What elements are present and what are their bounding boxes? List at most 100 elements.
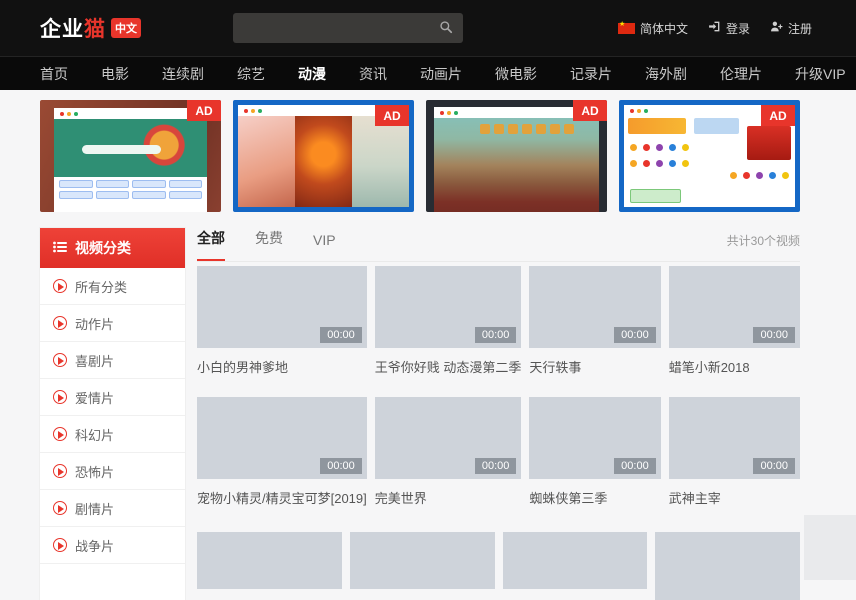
duration-badge: 00:00 xyxy=(320,327,362,343)
nav-item-upgrade-vip[interactable]: 升级VIP xyxy=(795,64,846,84)
search-button[interactable] xyxy=(439,20,453,37)
duration-badge: 00:00 xyxy=(614,327,656,343)
video-thumbnail[interactable] xyxy=(503,532,648,589)
video-title[interactable]: 武神主宰 xyxy=(669,488,800,507)
video-thumbnail[interactable]: 00:00 xyxy=(529,266,660,348)
video-thumbnail[interactable] xyxy=(655,532,800,600)
video-card[interactable]: 00:00 王爷你好贱 动态漫第二季 xyxy=(375,266,522,397)
duration-badge: 00:00 xyxy=(475,458,517,474)
video-card[interactable]: 00:00 蜡笔小新2018 xyxy=(669,266,800,397)
logo-text-red: 猫 xyxy=(84,18,106,41)
ad-badge: AD xyxy=(375,105,409,126)
sidebar-item-all[interactable]: 所有分类 xyxy=(40,268,185,305)
sidebar-title: 视频分类 xyxy=(75,238,131,258)
nav-item-documentary[interactable]: 记录片 xyxy=(570,64,612,84)
nav-item-movies[interactable]: 电影 xyxy=(101,64,129,84)
sidebar-item-war[interactable]: 战争片 xyxy=(40,527,185,564)
sidebar-item-label: 动作片 xyxy=(75,314,114,333)
nav-item-cartoon[interactable]: 动画片 xyxy=(420,64,462,84)
video-thumbnail[interactable] xyxy=(197,532,342,589)
video-title[interactable]: 小白的男神爹地 xyxy=(197,357,367,376)
nav-item-news[interactable]: 资讯 xyxy=(359,64,387,84)
video-grid: 00:00 小白的男神爹地 00:00 王爷你好贱 动态漫第二季 00:00 天… xyxy=(197,266,800,528)
video-thumbnail[interactable] xyxy=(350,532,495,589)
ad-art xyxy=(630,144,689,151)
nav-item-home[interactable]: 首页 xyxy=(40,64,68,84)
nav-item-series[interactable]: 连续剧 xyxy=(162,64,204,84)
video-card[interactable]: 00:00 宠物小精灵/精灵宝可梦[2019] xyxy=(197,397,367,528)
duration-badge: 00:00 xyxy=(753,327,795,343)
ad-art xyxy=(54,119,207,177)
floating-widget-partial[interactable] xyxy=(804,515,856,580)
video-thumbnail[interactable]: 00:00 xyxy=(197,397,367,479)
sidebar-item-label: 爱情片 xyxy=(75,388,114,407)
video-thumbnail[interactable]: 00:00 xyxy=(669,266,800,348)
video-card[interactable] xyxy=(655,532,800,600)
site-logo[interactable]: 企业猫 中文 xyxy=(40,13,141,43)
nav-item-ethics[interactable]: 伦理片 xyxy=(720,64,762,84)
ad-banner-2[interactable]: AD xyxy=(233,100,414,212)
filter-tabs: 全部 免费 VIP 共计30个视频 xyxy=(197,228,800,262)
video-title[interactable]: 蜡笔小新2018 xyxy=(669,357,800,376)
video-card[interactable]: 00:00 武神主宰 xyxy=(669,397,800,528)
main-navigation: 首页 电影 连续剧 综艺 动漫 资讯 动画片 微电影 记录片 海外剧 伦理片 升… xyxy=(0,56,856,90)
search-bar[interactable] xyxy=(233,13,463,43)
logo-text-white: 企业 xyxy=(40,18,84,41)
language-switcher[interactable]: 简体中文 xyxy=(618,20,688,37)
video-title[interactable]: 完美世界 xyxy=(375,488,522,507)
video-card[interactable]: 00:00 小白的男神爹地 xyxy=(197,266,367,397)
ad-badge: AD xyxy=(573,100,607,121)
video-thumbnail[interactable]: 00:00 xyxy=(375,397,522,479)
video-card[interactable] xyxy=(350,532,495,600)
ad-banner-3[interactable]: AD xyxy=(426,100,607,212)
sidebar-item-label: 战争片 xyxy=(75,536,114,555)
sidebar-item-comedy[interactable]: 喜剧片 xyxy=(40,342,185,379)
video-thumbnail[interactable]: 00:00 xyxy=(375,266,522,348)
ad-banner-1[interactable]: AD xyxy=(40,100,221,212)
video-title[interactable]: 天行轶事 xyxy=(529,357,660,376)
ad-banner-4[interactable]: AD xyxy=(619,100,800,212)
search-input[interactable] xyxy=(243,21,439,36)
user-plus-icon xyxy=(770,20,783,36)
video-card[interactable] xyxy=(503,532,648,600)
ad-art xyxy=(747,126,791,160)
nav-item-anime[interactable]: 动漫 xyxy=(298,64,326,84)
sidebar-item-romance[interactable]: 爱情片 xyxy=(40,379,185,416)
register-button[interactable]: 注册 xyxy=(770,20,812,37)
nav-item-variety[interactable]: 综艺 xyxy=(237,64,265,84)
video-thumbnail[interactable]: 00:00 xyxy=(529,397,660,479)
video-title[interactable]: 宠物小精灵/精灵宝可梦[2019] xyxy=(197,488,367,507)
video-thumbnail[interactable]: 00:00 xyxy=(197,266,367,348)
sidebar-item-horror[interactable]: 恐怖片 xyxy=(40,453,185,490)
duration-badge: 00:00 xyxy=(614,458,656,474)
play-circle-icon xyxy=(53,353,67,367)
video-card[interactable]: 00:00 蜘蛛侠第三季 xyxy=(529,397,660,528)
duration-badge: 00:00 xyxy=(753,458,795,474)
play-circle-icon xyxy=(53,464,67,478)
ad-art xyxy=(82,145,162,154)
sidebar-item-drama[interactable]: 剧情片 xyxy=(40,490,185,527)
video-card[interactable]: 00:00 完美世界 xyxy=(375,397,522,528)
total-video-count: 共计30个视频 xyxy=(727,232,800,261)
language-label: 简体中文 xyxy=(640,20,688,37)
tab-free[interactable]: 免费 xyxy=(255,228,283,261)
video-card[interactable] xyxy=(197,532,342,600)
nav-item-microfilm[interactable]: 微电影 xyxy=(495,64,537,84)
header-actions: 简体中文 登录 注册 xyxy=(618,20,812,37)
ad-art xyxy=(480,124,589,134)
video-title[interactable]: 王爷你好贱 动态漫第二季 xyxy=(375,357,522,376)
tab-vip[interactable]: VIP xyxy=(313,232,336,261)
video-card[interactable]: 00:00 天行轶事 xyxy=(529,266,660,397)
video-grid-partial-row xyxy=(197,532,800,600)
video-title[interactable]: 蜘蛛侠第三季 xyxy=(529,488,660,507)
sidebar-item-action[interactable]: 动作片 xyxy=(40,305,185,342)
nav-item-overseas[interactable]: 海外剧 xyxy=(645,64,687,84)
video-thumbnail[interactable]: 00:00 xyxy=(669,397,800,479)
ad-badge: AD xyxy=(761,105,795,126)
ad-art xyxy=(630,189,681,203)
tab-all[interactable]: 全部 xyxy=(197,228,225,261)
ad-art xyxy=(624,116,795,207)
login-button[interactable]: 登录 xyxy=(708,20,750,37)
ad-art xyxy=(54,108,207,212)
sidebar-item-scifi[interactable]: 科幻片 xyxy=(40,416,185,453)
